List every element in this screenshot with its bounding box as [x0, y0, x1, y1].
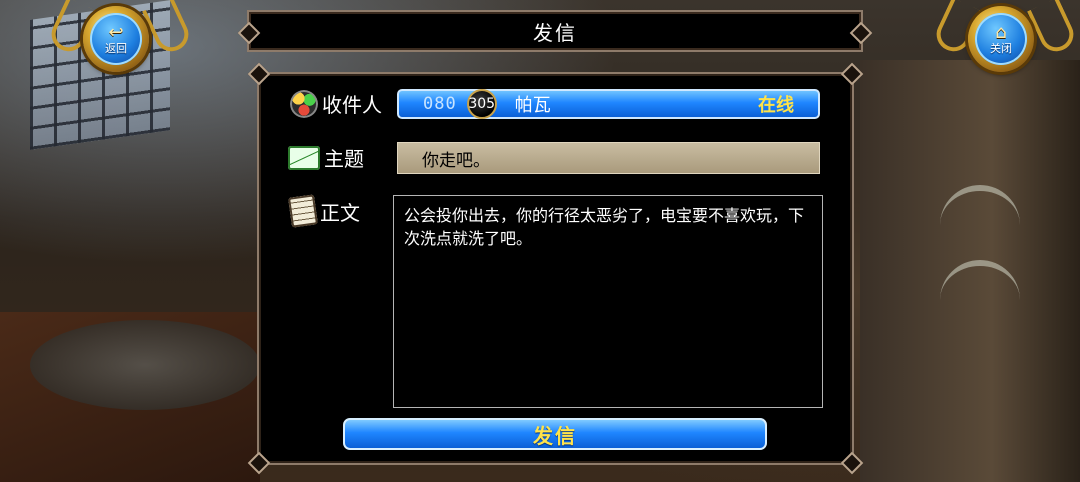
online-status: 在线	[758, 95, 794, 116]
recipient-level-code: 080	[423, 94, 457, 114]
close-button[interactable]: ⌂ 关闭	[968, 6, 1034, 72]
envelope-icon	[288, 145, 320, 170]
recipient-icon	[290, 89, 318, 118]
close-button-frame: ⌂ 关闭	[931, 0, 1079, 80]
clipboard-icon	[288, 194, 318, 228]
recipient-level-badge: 305	[466, 89, 497, 119]
back-arrow-icon: ↩	[108, 21, 124, 43]
title-bar: 发信	[237, 10, 873, 52]
recipient-name: 帕瓦	[514, 95, 551, 116]
home-icon: ⌂	[995, 21, 1007, 43]
back-button-frame: ↩ 返回	[46, 0, 194, 80]
subject-input[interactable]: 你走吧。	[397, 142, 820, 174]
send-button[interactable]: 发信	[343, 418, 767, 450]
recipient-field[interactable]: 080 305 帕瓦 在线	[397, 89, 820, 119]
body-label: 正文	[320, 200, 360, 225]
recipient-label-row: 收件人	[290, 89, 382, 118]
body-label-row: 正文	[288, 194, 360, 228]
subject-label-row: 主题	[288, 143, 364, 172]
back-button-label: 返回	[105, 41, 127, 55]
back-button[interactable]: ↩ 返回	[83, 6, 149, 72]
close-button-label: 关闭	[990, 41, 1012, 55]
background-table	[30, 320, 260, 410]
recipient-label: 收件人	[322, 93, 382, 117]
subject-label: 主题	[324, 147, 364, 171]
page-title: 发信	[533, 20, 577, 45]
body-textarea[interactable]: 公会投你出去，你的行径太恶劣了，电宝要不喜欢玩，下次洗点就洗了吧。	[393, 195, 823, 408]
